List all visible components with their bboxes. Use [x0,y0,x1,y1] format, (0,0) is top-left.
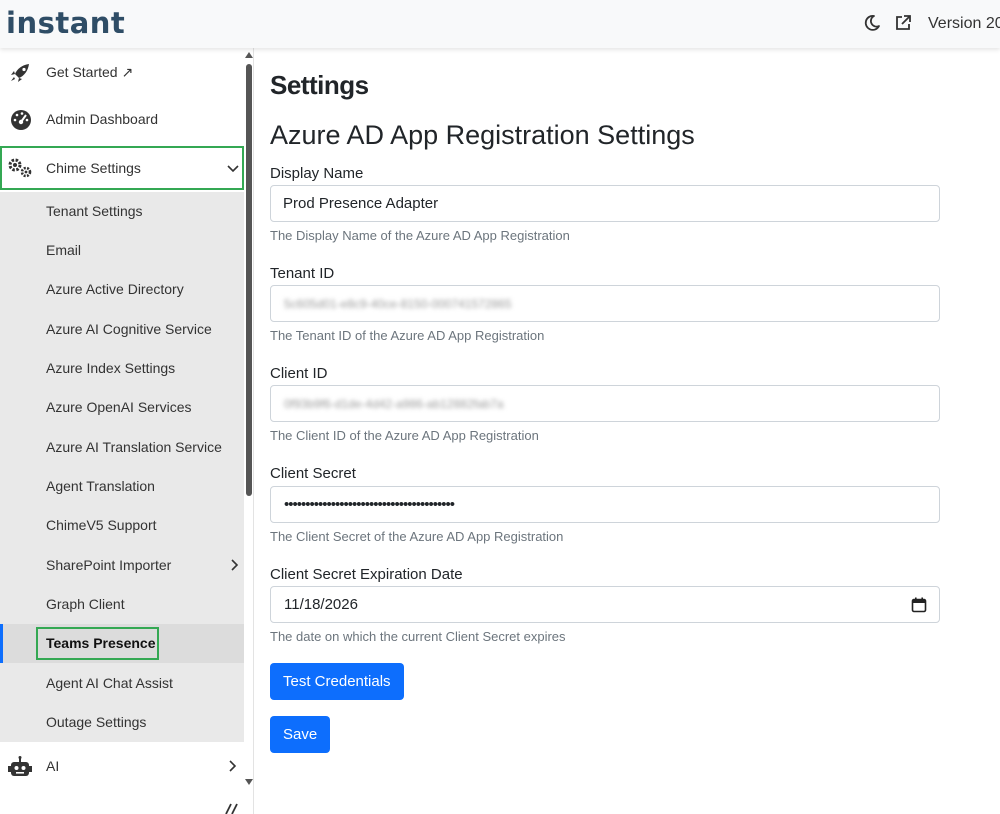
save-button[interactable]: Save [270,716,331,753]
scroll-up-arrow-icon[interactable] [245,52,253,58]
expiration-date-input[interactable]: 11/18/2026 [270,586,940,623]
expiration-date-help: The date on which the current Client Sec… [270,629,566,644]
client-secret-masked-value: •••••••••••••••••••••••••••••••••••••••• [284,496,455,513]
sidebar-item-label: Email [46,242,82,258]
sidebar-item-label: Azure AI Translation Service [46,439,222,455]
rocket-icon [11,64,29,82]
tenant-id-input[interactable]: 5c605d01-e8c9-40ce-8150-000741572865 [270,285,940,322]
sidebar-item-label: ChimeV5 Support [46,517,157,533]
sidebar-item-agent-ai-chat-assist[interactable]: Agent AI Chat Assist [0,664,244,703]
sidebar-item-label: Chime Settings [46,160,141,176]
expiration-date-label: Client Secret Expiration Date [270,566,463,583]
external-link-icon[interactable] [894,14,912,32]
sidebar-item-label: Teams Presence [46,635,156,651]
sidebar-item-ai[interactable]: AI [0,744,244,790]
sidebar-item-graph-client[interactable]: Graph Client [0,585,244,624]
chevron-down-icon [227,165,239,173]
calendar-icon[interactable] [911,597,927,613]
sidebar-item-sharepoint-importer[interactable]: SharePoint Importer [0,546,244,585]
sidebar-scrollbar-thumb[interactable] [246,64,252,496]
client-id-value: 0f93b9f6-d1de-4d42-a986-ab12882fab7a [284,397,504,411]
client-id-label: Client ID [270,365,328,382]
tenant-id-label: Tenant ID [270,265,335,282]
sidebar-item-label: Admin Dashboard [46,111,159,127]
tenant-id-help: The Tenant ID of the Azure AD App Regist… [270,328,545,343]
sidebar-item-label: Graph Client [46,596,125,612]
client-id-help: The Client ID of the Azure AD App Regist… [270,428,539,443]
sidebar-item-label: Azure AI Cognitive Service [46,321,212,337]
sidebar-item-label: Get Started ↗ [46,64,134,80]
sidebar-item-azure-active-directory[interactable]: Azure Active Directory [0,270,244,309]
sidebar-item-label: Azure Index Settings [46,360,176,376]
sidebar-item-chime-settings[interactable]: Chime Settings [0,146,244,190]
chevron-right-icon [231,559,239,571]
test-credentials-button[interactable]: Test Credentials [270,663,404,700]
display-name-help: The Display Name of the Azure AD App Reg… [270,228,570,243]
sidebar-item-label: AI [46,758,60,774]
sidebar-item-email[interactable]: Email [0,231,244,270]
sidebar-item-tenant-settings[interactable]: Tenant Settings [0,192,244,231]
top-header: instant Version 20 [0,0,1000,48]
sidebar-item-label: Tenant Settings [46,203,143,219]
page-title: Settings [270,70,369,100]
client-secret-label: Client Secret [270,465,356,482]
sidebar-item-outage-settings[interactable]: Outage Settings [0,703,244,742]
display-name-label: Display Name [270,165,364,182]
sidebar-item-label: Agent Translation [46,478,155,494]
sidebar: Get Started ↗ Admin Dashboard Chime Sett… [0,48,254,814]
sidebar-item-get-started[interactable]: Get Started ↗ [0,50,244,96]
expiration-date-value: 11/18/2026 [284,596,358,613]
moon-icon[interactable] [863,14,881,32]
sidebar-item-agent-translation[interactable]: Agent Translation [0,467,244,506]
active-indicator [0,624,3,663]
display-name-input[interactable] [270,185,940,222]
sidebar-item-azure-ai-cognitive-service[interactable]: Azure AI Cognitive Service [0,310,244,349]
sidebar-item-label: Azure OpenAI Services [46,399,192,415]
client-id-input[interactable]: 0f93b9f6-d1de-4d42-a986-ab12882fab7a [270,385,940,422]
scroll-down-arrow-icon[interactable] [245,779,253,785]
chime-settings-submenu: Tenant Settings Email Azure Active Direc… [0,192,244,742]
client-secret-input[interactable]: •••••••••••••••••••••••••••••••••••••••• [270,486,940,523]
sidebar-item-label: Outage Settings [46,714,147,730]
tenant-id-value: 5c605d01-e8c9-40ce-8150-000741572865 [284,297,512,311]
gears-icon [8,158,32,178]
sidebar-item-teams-presence[interactable]: Teams Presence [0,624,244,663]
chevron-right-icon [229,760,237,772]
sidebar-item-admin-dashboard[interactable]: Admin Dashboard [0,97,244,143]
collapse-sidebar-icon[interactable] [222,802,240,814]
dashboard-gauge-icon [11,110,31,130]
sidebar-item-chimev5-support[interactable]: ChimeV5 Support [0,506,244,545]
sidebar-item-label: Azure Active Directory [46,281,184,297]
sidebar-item-azure-ai-translation-service[interactable]: Azure AI Translation Service [0,428,244,467]
sidebar-item-azure-openai-services[interactable]: Azure OpenAI Services [0,388,244,427]
client-secret-help: The Client Secret of the Azure AD App Re… [270,529,564,544]
version-label: Version 20 [928,15,1000,32]
sidebar-item-label: SharePoint Importer [46,557,172,573]
sidebar-item-label: Agent AI Chat Assist [46,675,173,691]
robot-icon [8,756,32,776]
app-logo[interactable]: instant [6,6,125,40]
section-title: Azure AD App Registration Settings [270,120,695,150]
sidebar-item-azure-index-settings[interactable]: Azure Index Settings [0,349,244,388]
